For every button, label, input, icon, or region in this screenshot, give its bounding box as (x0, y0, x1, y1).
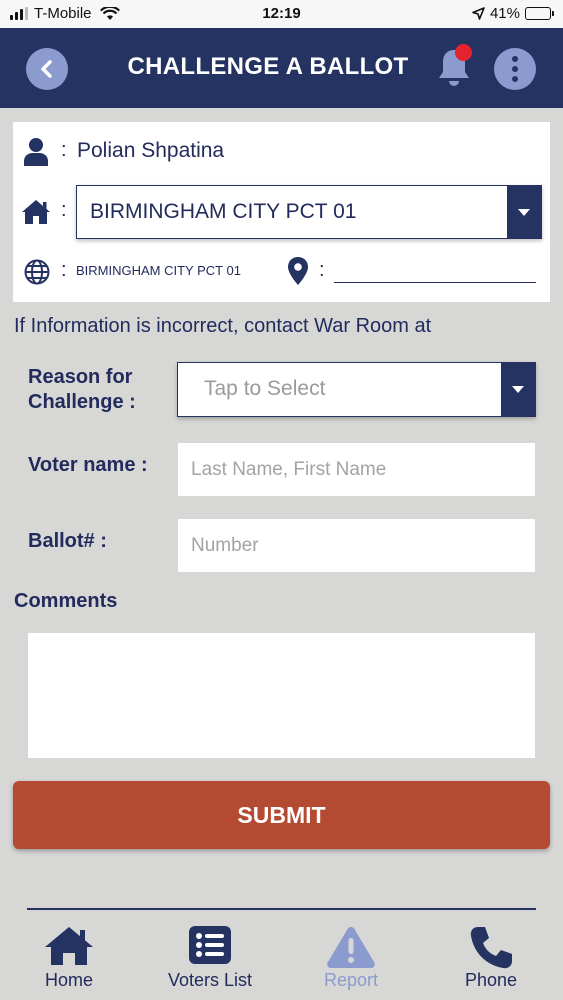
notification-dot (455, 44, 472, 61)
ballot-label: Ballot# : (28, 530, 107, 552)
location-arrow-icon (472, 7, 485, 20)
submit-button[interactable]: SUBMIT (13, 781, 550, 849)
battery-percent: 41% (489, 5, 520, 22)
city-display: BIRMINGHAM CITY PCT 01 (76, 263, 241, 278)
voter-info-card: : Polian Shpatina : BIRMINGHAM CITY PCT … (13, 122, 550, 302)
chevron-down-icon (507, 186, 541, 238)
reason-label: Reason for Challenge : (28, 366, 136, 413)
voter-name-label: Voter name : (28, 454, 148, 476)
tab-report[interactable]: Report (286, 922, 416, 994)
home-icon (21, 199, 51, 225)
home-icon (4, 925, 134, 967)
location-field-line[interactable] (334, 282, 536, 283)
tab-home[interactable]: Home (4, 922, 134, 994)
person-icon (23, 138, 49, 166)
reason-placeholder: Tap to Select (204, 377, 326, 400)
warning-icon (286, 925, 416, 969)
more-icon (512, 56, 518, 62)
chevron-down-icon (501, 363, 535, 416)
reason-select[interactable]: Tap to Select (177, 362, 536, 417)
tab-phone[interactable]: Phone (426, 922, 556, 994)
app-header: CHALLENGE A BALLOT (0, 28, 563, 108)
list-icon (145, 925, 275, 965)
ballot-number-input[interactable] (178, 519, 535, 572)
status-bar: T-Mobile 12:19 41% (0, 0, 563, 28)
precinct-select[interactable]: BIRMINGHAM CITY PCT 01 (76, 185, 542, 239)
comments-label: Comments (14, 590, 118, 612)
tab-bar-divider (27, 908, 536, 910)
comments-input[interactable] (28, 633, 535, 758)
map-pin-icon (287, 256, 309, 286)
voter-name-display: Polian Shpatina (77, 139, 225, 162)
voter-name-input[interactable] (178, 443, 535, 496)
globe-icon (24, 259, 50, 285)
more-options-button[interactable] (494, 48, 536, 90)
tab-voters-list[interactable]: Voters List (145, 922, 275, 994)
battery-icon (525, 7, 554, 20)
phone-icon (426, 925, 556, 971)
contact-notice: If Information is incorrect, contact War… (14, 315, 432, 337)
precinct-value: BIRMINGHAM CITY PCT 01 (90, 200, 357, 223)
notifications-button[interactable] (436, 44, 472, 88)
